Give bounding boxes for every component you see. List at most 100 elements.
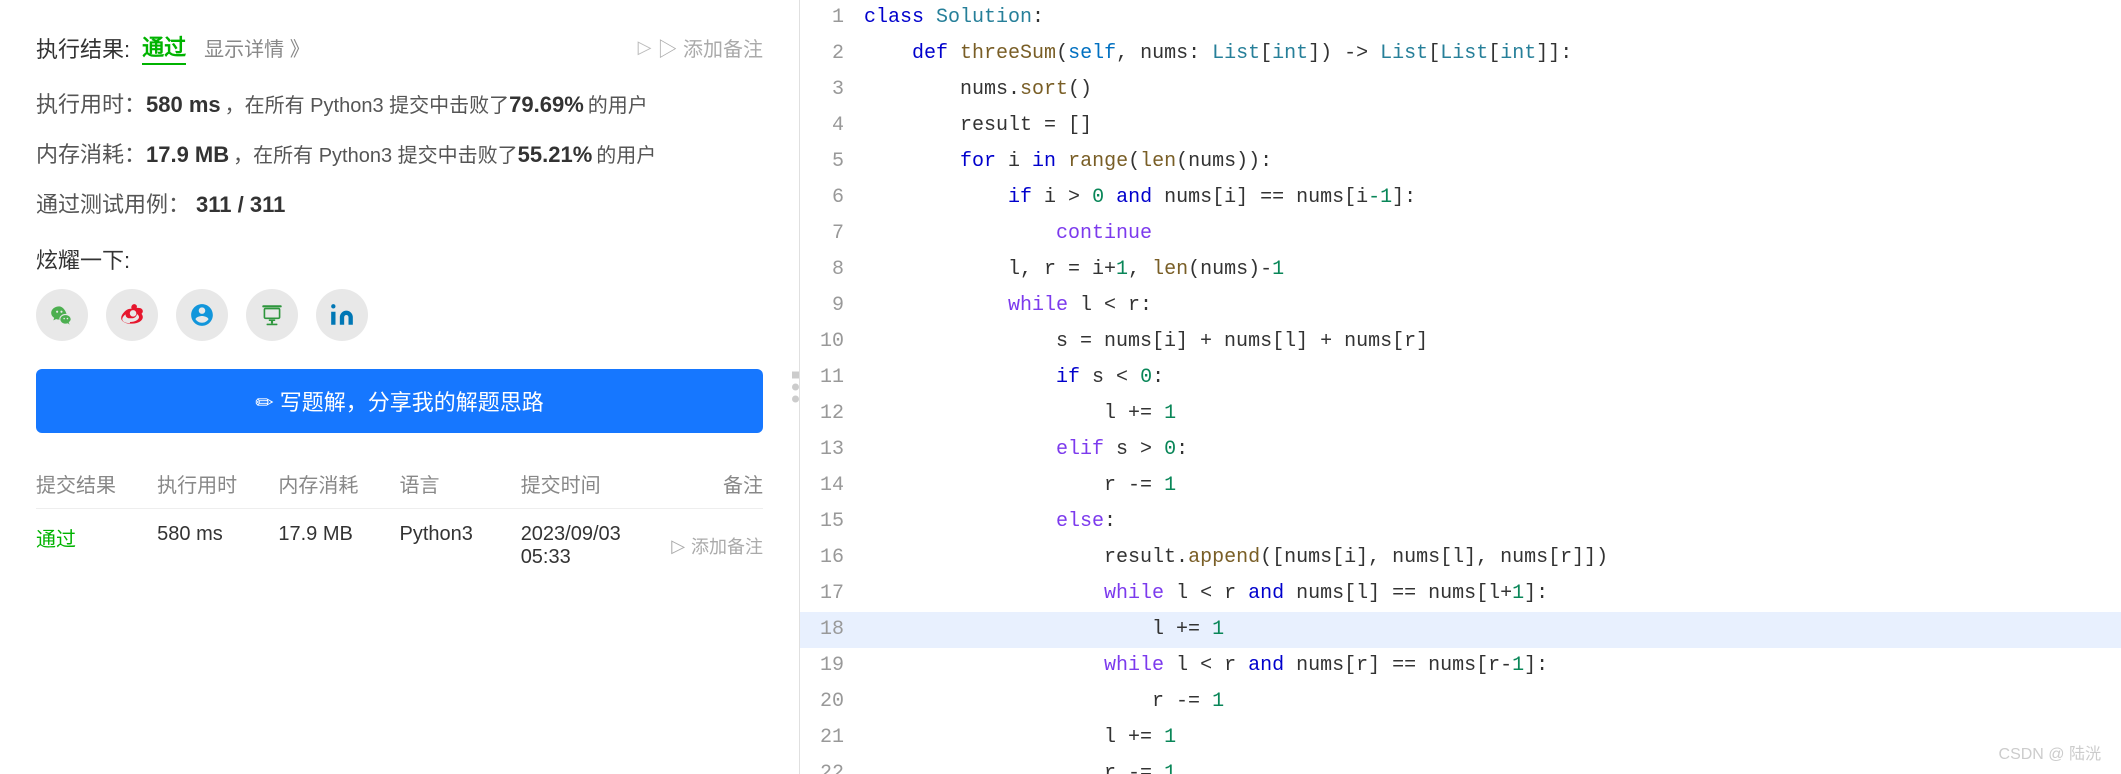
line-number: 19 bbox=[800, 648, 860, 684]
line-content: s = nums[i] + nums[l] + nums[r] bbox=[860, 324, 2121, 360]
result-row: 执行结果: 通过 显示详情 》 ▷ ▷ 添加备注 bbox=[36, 30, 763, 65]
testcase-label: 通过测试用例： bbox=[36, 187, 196, 219]
line-content: while l < r: bbox=[860, 288, 2121, 324]
row-result[interactable]: 通过 bbox=[36, 523, 157, 569]
linkedin-icon[interactable] bbox=[316, 289, 368, 341]
line-content: if i > 0 and nums[i] == nums[i-1]: bbox=[860, 180, 2121, 216]
table-row: 6 if i > 0 and nums[i] == nums[i-1]: bbox=[800, 180, 2121, 216]
table-row: 15 else: bbox=[800, 504, 2121, 540]
line-content: l += 1 bbox=[860, 720, 2121, 756]
table-row: 1class Solution: bbox=[800, 0, 2121, 36]
left-panel: 执行结果: 通过 显示详情 》 ▷ ▷ 添加备注 执行用时： 580 ms ，在… bbox=[0, 0, 800, 774]
line-number: 11 bbox=[800, 360, 860, 396]
divider-dot-3 bbox=[792, 396, 799, 403]
code-area[interactable]: 1class Solution:2 def threeSum(self, num… bbox=[800, 0, 2121, 774]
row-time: 580 ms bbox=[157, 523, 278, 569]
code-table: 1class Solution:2 def threeSum(self, num… bbox=[800, 0, 2121, 774]
row-note[interactable]: ▷ 添加备注 bbox=[642, 523, 763, 569]
line-content: l += 1 bbox=[860, 612, 2121, 648]
line-content: elif s > 0: bbox=[860, 432, 2121, 468]
line-content: continue bbox=[860, 216, 2121, 252]
table-row: 20 r -= 1 bbox=[800, 684, 2121, 720]
line-content: def threeSum(self, nums: List[int]) -> L… bbox=[860, 36, 2121, 72]
runtime-label: 执行用时： bbox=[36, 87, 146, 119]
table-row: 13 elif s > 0: bbox=[800, 432, 2121, 468]
line-content: while l < r and nums[r] == nums[r-1]: bbox=[860, 648, 2121, 684]
result-detail[interactable]: 显示详情 》 bbox=[204, 33, 310, 62]
table-row: 10 s = nums[i] + nums[l] + nums[r] bbox=[800, 324, 2121, 360]
flag-icon: ▷ bbox=[638, 37, 652, 58]
line-content: result.append([nums[i], nums[l], nums[r]… bbox=[860, 540, 2121, 576]
col-note: 备注 bbox=[642, 469, 763, 498]
line-number: 9 bbox=[800, 288, 860, 324]
runtime-suffix: 的用户 bbox=[588, 89, 648, 118]
line-number: 10 bbox=[800, 324, 860, 360]
memory-row: 内存消耗： 17.9 MB ，在所有 Python3 提交中击败了 55.21%… bbox=[36, 137, 763, 169]
table-row: 17 while l < r and nums[l] == nums[l+1]: bbox=[800, 576, 2121, 612]
line-number: 4 bbox=[800, 108, 860, 144]
watermark: CSDN @ 陆洸 bbox=[1999, 740, 2101, 764]
line-number: 16 bbox=[800, 540, 860, 576]
line-number: 14 bbox=[800, 468, 860, 504]
table-row: 5 for i in range(len(nums)): bbox=[800, 144, 2121, 180]
line-number: 7 bbox=[800, 216, 860, 252]
runtime-desc: ，在所有 Python3 提交中击败了 bbox=[225, 89, 510, 118]
line-number: 2 bbox=[800, 36, 860, 72]
weibo-icon[interactable] bbox=[106, 289, 158, 341]
table-row: 11 if s < 0: bbox=[800, 360, 2121, 396]
line-content: l, r = i+1, len(nums)-1 bbox=[860, 252, 2121, 288]
col-time: 执行用时 bbox=[157, 469, 278, 498]
line-number: 18 bbox=[800, 612, 860, 648]
runtime-value: 580 ms bbox=[146, 92, 221, 118]
line-number: 8 bbox=[800, 252, 860, 288]
table-row: 9 while l < r: bbox=[800, 288, 2121, 324]
qq-icon[interactable] bbox=[176, 289, 228, 341]
table-row: 2 def threeSum(self, nums: List[int]) ->… bbox=[800, 36, 2121, 72]
code-editor-panel: 1class Solution:2 def threeSum(self, num… bbox=[800, 0, 2121, 774]
share-label: 炫耀一下: bbox=[36, 243, 763, 275]
result-label: 执行结果: bbox=[36, 32, 130, 64]
douban-icon[interactable] bbox=[246, 289, 298, 341]
table-row: 21 l += 1 bbox=[800, 720, 2121, 756]
wechat-icon[interactable] bbox=[36, 289, 88, 341]
add-note-btn[interactable]: ▷ ▷ 添加备注 bbox=[638, 33, 763, 62]
line-number: 15 bbox=[800, 504, 860, 540]
line-number: 6 bbox=[800, 180, 860, 216]
write-solution-button[interactable]: ✏ 写题解，分享我的解题思路 bbox=[36, 369, 763, 433]
line-content: nums.sort() bbox=[860, 72, 2121, 108]
memory-value: 17.9 MB bbox=[146, 142, 229, 168]
runtime-row: 执行用时： 580 ms ，在所有 Python3 提交中击败了 79.69% … bbox=[36, 87, 763, 119]
add-note-flag-icon: ▷ bbox=[671, 536, 685, 557]
table-row: 12 l += 1 bbox=[800, 396, 2121, 432]
submissions-header: 提交结果 执行用时 内存消耗 语言 提交时间 备注 bbox=[36, 469, 763, 509]
line-number: 3 bbox=[800, 72, 860, 108]
line-content: r -= 1 bbox=[860, 684, 2121, 720]
col-memory: 内存消耗 bbox=[278, 469, 399, 498]
result-pass[interactable]: 通过 bbox=[142, 30, 186, 65]
memory-label: 内存消耗： bbox=[36, 137, 146, 169]
line-number: 17 bbox=[800, 576, 860, 612]
line-number: 1 bbox=[800, 0, 860, 36]
line-number: 22 bbox=[800, 756, 860, 774]
line-number: 20 bbox=[800, 684, 860, 720]
row-date: 2023/09/03 05:33 bbox=[521, 523, 642, 569]
share-icons bbox=[36, 289, 763, 341]
table-row: 4 result = [] bbox=[800, 108, 2121, 144]
table-row: 16 result.append([nums[i], nums[l], nums… bbox=[800, 540, 2121, 576]
line-content: l += 1 bbox=[860, 396, 2121, 432]
runtime-percent: 79.69% bbox=[509, 92, 584, 118]
line-number: 21 bbox=[800, 720, 860, 756]
line-number: 12 bbox=[800, 396, 860, 432]
line-content: if s < 0: bbox=[860, 360, 2121, 396]
table-row: 3 nums.sort() bbox=[800, 72, 2121, 108]
line-number: 13 bbox=[800, 432, 860, 468]
line-content: r -= 1 bbox=[860, 468, 2121, 504]
testcase-row: 通过测试用例： 311 / 311 bbox=[36, 187, 763, 219]
table-row: 7 continue bbox=[800, 216, 2121, 252]
share-section: 炫耀一下: bbox=[36, 243, 763, 341]
divider-dot-2 bbox=[792, 384, 799, 391]
table-row: 22 r -= 1 bbox=[800, 756, 2121, 774]
line-content: while l < r and nums[l] == nums[l+1]: bbox=[860, 576, 2121, 612]
memory-percent: 55.21% bbox=[518, 142, 593, 168]
table-row: 14 r -= 1 bbox=[800, 468, 2121, 504]
